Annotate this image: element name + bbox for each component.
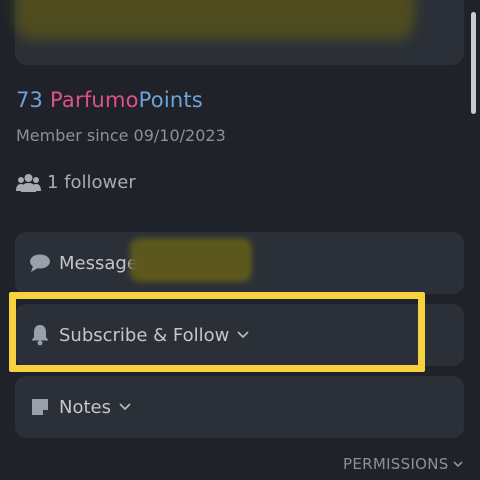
users-icon xyxy=(16,173,41,192)
profile-page: 73 ParfumoPoints Member since 09/10/2023… xyxy=(0,0,480,480)
points-suffix: Points xyxy=(138,88,203,112)
highlight-box xyxy=(9,292,425,372)
points-value: 73 xyxy=(16,88,44,112)
member-since: Member since 09/10/2023 xyxy=(16,126,226,145)
notes-dropdown[interactable]: Notes xyxy=(15,376,464,438)
message-label: Message xyxy=(59,252,138,274)
parfumo-points: 73 ParfumoPoints xyxy=(16,88,203,112)
profile-top-card xyxy=(15,0,464,65)
note-icon xyxy=(29,396,51,418)
points-brand: Parfumo xyxy=(50,88,139,112)
speech-bubble-icon xyxy=(29,252,51,274)
followers-count: 1 follower xyxy=(47,172,136,193)
scrollbar[interactable] xyxy=(471,12,476,114)
chevron-down-icon xyxy=(119,403,131,411)
notes-label: Notes xyxy=(59,396,111,418)
followers-link[interactable]: 1 follower xyxy=(16,172,136,193)
redaction-overlay xyxy=(130,238,252,282)
permissions-dropdown[interactable]: PERMISSIONS xyxy=(343,455,463,473)
permissions-label: PERMISSIONS xyxy=(343,455,449,473)
chevron-down-icon xyxy=(453,460,463,467)
redaction-overlay xyxy=(15,0,415,40)
